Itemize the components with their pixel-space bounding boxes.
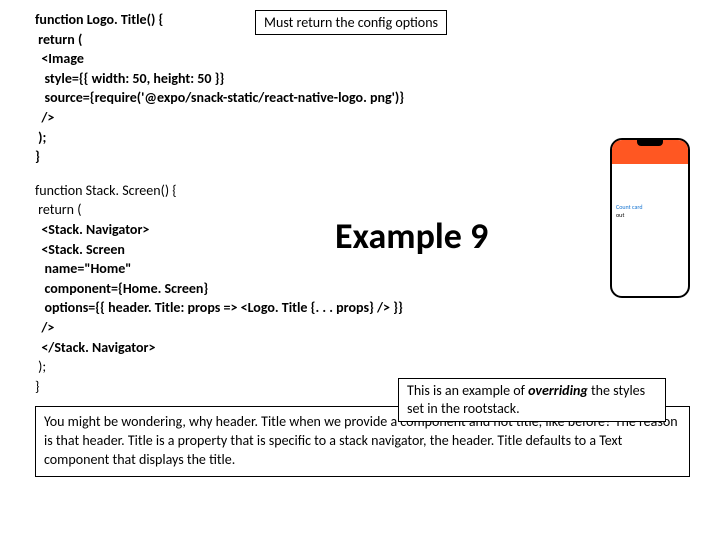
- phone-header-bar: [612, 154, 688, 164]
- override-text-emph: overriding: [528, 382, 588, 399]
- code-line: source={require('@expo/snack-static/reac…: [35, 88, 690, 108]
- code-line: />: [35, 318, 690, 338]
- callout-text: Must return the config options: [264, 14, 438, 31]
- code-line: );: [35, 128, 690, 148]
- phone-text-link: Count card: [616, 204, 684, 212]
- example-heading: Example 9: [335, 214, 488, 258]
- callout-return-config: Must return the config options: [255, 10, 447, 35]
- callout-override: This is an example of overriding the sty…: [398, 378, 666, 422]
- slide-content: function Logo. Title() { return ( <Image…: [35, 10, 690, 477]
- phone-text: out: [616, 212, 684, 220]
- code-line: options={{ header. Title: props => <Logo…: [35, 298, 690, 318]
- code-line: component={Home. Screen}: [35, 279, 690, 299]
- phone-statusbar: [612, 140, 688, 154]
- phone-preview: Count card out: [610, 138, 690, 298]
- code-line: );: [35, 357, 690, 377]
- code-line: <Image: [35, 49, 690, 69]
- phone-screen-body: Count card out: [612, 164, 688, 224]
- phone-notch: [637, 140, 663, 146]
- code-line: />: [35, 108, 690, 128]
- code-line: </Stack. Navigator>: [35, 338, 690, 358]
- code-line: name="Home": [35, 259, 690, 279]
- code-line: }: [35, 147, 690, 167]
- override-text-1: This is an example of: [407, 382, 528, 399]
- code-line: function Stack. Screen() {: [35, 181, 690, 201]
- code-line: style={{ width: 50, height: 50 }}: [35, 69, 690, 89]
